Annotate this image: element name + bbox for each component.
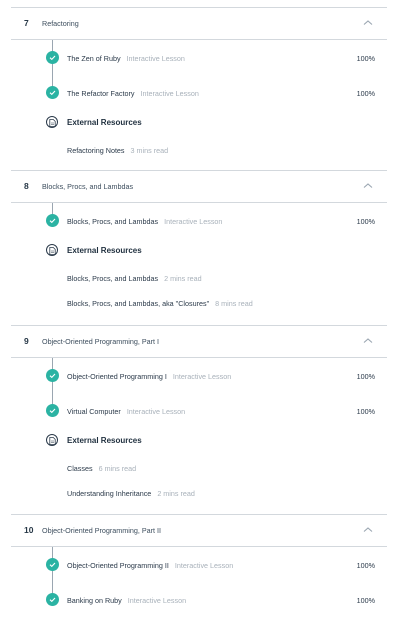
section-title: Blocks, Procs, and Lambdas: [42, 182, 134, 191]
lesson-progress: 100%: [356, 217, 375, 226]
resource-item[interactable]: Refactoring Notes 3 mins read: [11, 138, 387, 163]
course-section: 10 Object-Oriented Programming, Part II Ob…: [0, 514, 413, 617]
section-body: Blocks, Procs, and Lambdas Interactive Le…: [11, 203, 387, 316]
resource-read-time: 3 mins read: [130, 146, 169, 155]
lesson-type: Interactive Lesson: [140, 89, 199, 98]
section-header[interactable]: 8 Blocks, Procs, and Lambdas: [11, 170, 387, 203]
lesson-type: Interactive Lesson: [126, 54, 185, 63]
chevron-up-icon[interactable]: [361, 179, 375, 193]
lesson-type: Interactive Lesson: [126, 407, 186, 416]
lesson-title[interactable]: The Zen of Ruby: [67, 54, 121, 63]
section-title: Object-Oriented Programming, Part I: [42, 337, 160, 346]
resource-item[interactable]: Blocks, Procs, and Lambdas 2 mins read: [11, 266, 387, 291]
section-number: 9: [24, 336, 29, 346]
check-circle-icon: [46, 214, 59, 227]
lesson-title[interactable]: The Refactor Factory: [67, 89, 135, 98]
lesson-item[interactable]: Blocks, Procs, and Lambdas Interactive Le…: [11, 203, 387, 238]
resource-title[interactable]: Classes: [67, 464, 93, 473]
external-resources-header: External Resources: [11, 430, 387, 456]
resource-read-time: 8 mins read: [215, 299, 253, 308]
external-resources-title: External Resources: [67, 246, 142, 255]
course-section: 9 Object-Oriented Programming, Part I Obje…: [0, 325, 413, 506]
check-circle-icon: [46, 51, 59, 64]
lesson-progress: 100%: [356, 89, 375, 98]
lesson-type: Interactive Lesson: [164, 217, 223, 226]
resource-title[interactable]: Understanding Inheritance: [67, 489, 151, 498]
lesson-item[interactable]: The Refactor Factory Interactive Lesson 10…: [11, 75, 387, 110]
check-circle-icon: [46, 404, 59, 417]
external-resources-title: External Resources: [67, 436, 142, 445]
chevron-up-icon[interactable]: [361, 334, 375, 348]
lesson-progress: 100%: [356, 54, 375, 63]
check-circle-icon: [46, 593, 59, 606]
section-title: Object-Oriented Programming, Part II: [42, 526, 162, 535]
course-section: 7 Refactoring The Zen of Ruby Interactive L…: [0, 7, 413, 163]
external-resources-title: External Resources: [67, 118, 142, 127]
lesson-title[interactable]: Virtual Computer: [67, 407, 121, 416]
section-header[interactable]: 9 Object-Oriented Programming, Part I: [11, 325, 387, 358]
resource-read-time: 2 mins read: [157, 489, 195, 498]
resource-read-time: 2 mins read: [164, 274, 202, 283]
lesson-title[interactable]: Blocks, Procs, and Lambdas: [67, 217, 158, 226]
resource-title[interactable]: Refactoring Notes: [67, 146, 125, 155]
resource-title[interactable]: Blocks, Procs, and Lambdas: [67, 274, 158, 283]
lesson-item[interactable]: Object-Oriented Programming I Interactive…: [11, 358, 387, 393]
external-resources-header: External Resources: [11, 240, 387, 266]
lesson-item[interactable]: Banking on Ruby Interactive Lesson 100%: [11, 582, 387, 617]
section-number: 10: [24, 525, 34, 535]
lesson-title[interactable]: Object-Oriented Programming II: [67, 561, 169, 570]
document-icon: [46, 116, 58, 128]
lesson-title[interactable]: Banking on Ruby: [67, 596, 122, 605]
lesson-type: Interactive Lesson: [174, 561, 234, 570]
section-number: 7: [24, 18, 29, 28]
resource-item[interactable]: Classes 6 mins read: [11, 456, 387, 481]
section-number: 8: [24, 181, 29, 191]
resource-item[interactable]: Understanding Inheritance 2 mins read: [11, 481, 387, 506]
lesson-item[interactable]: The Zen of Ruby Interactive Lesson 100%: [11, 40, 387, 75]
section-header[interactable]: 10 Object-Oriented Programming, Part II: [11, 514, 387, 547]
chevron-up-icon[interactable]: [361, 16, 375, 30]
lesson-type: Interactive Lesson: [127, 596, 187, 605]
lesson-title[interactable]: Object-Oriented Programming I: [67, 372, 167, 381]
check-circle-icon: [46, 558, 59, 571]
lesson-item[interactable]: Virtual Computer Interactive Lesson 100%: [11, 393, 387, 428]
section-body: The Zen of Ruby Interactive Lesson 100% The…: [11, 40, 387, 163]
chevron-up-icon[interactable]: [361, 523, 375, 537]
resource-title[interactable]: Blocks, Procs, and Lambdas, aka "Closure…: [67, 299, 209, 308]
section-header[interactable]: 7 Refactoring: [11, 7, 387, 40]
document-icon: [46, 434, 58, 446]
course-section: 8 Blocks, Procs, and Lambdas Blocks, Procs…: [0, 170, 413, 316]
section-title: Refactoring: [42, 19, 79, 28]
check-circle-icon: [46, 369, 59, 382]
lesson-progress: 100%: [356, 561, 375, 570]
lesson-progress: 100%: [356, 596, 375, 605]
document-icon: [46, 244, 58, 256]
lesson-type: Interactive Lesson: [172, 372, 232, 381]
resource-item[interactable]: Blocks, Procs, and Lambdas, aka "Closure…: [11, 291, 387, 316]
section-body: Object-Oriented Programming I Interactive…: [11, 358, 387, 506]
lesson-progress: 100%: [356, 372, 375, 381]
lesson-progress: 100%: [356, 407, 375, 416]
resource-read-time: 6 mins read: [98, 464, 137, 473]
check-circle-icon: [46, 86, 59, 99]
section-body: Object-Oriented Programming II Interactiv…: [11, 547, 387, 617]
lesson-item[interactable]: Object-Oriented Programming II Interactiv…: [11, 547, 387, 582]
external-resources-header: External Resources: [11, 112, 387, 138]
